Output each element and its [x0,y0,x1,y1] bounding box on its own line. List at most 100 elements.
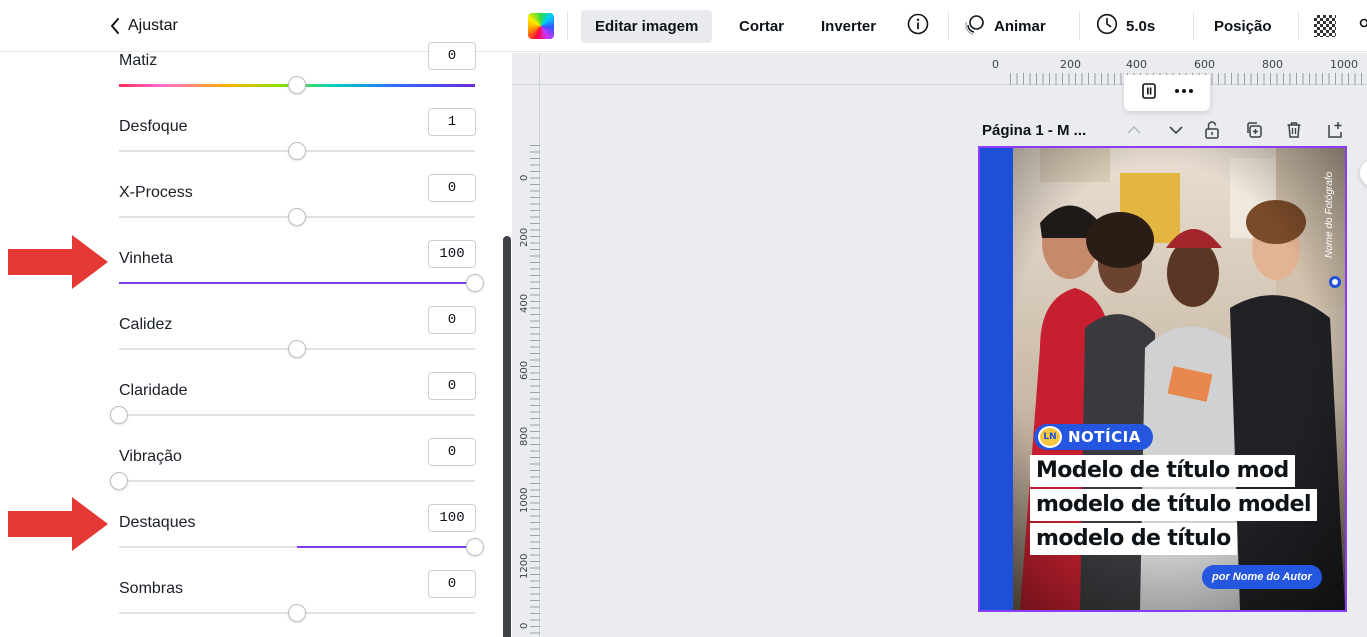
divider [1079,12,1080,40]
duration-label: 5.0s [1126,17,1156,35]
slider-thumb[interactable] [110,472,128,490]
floating-toolbar [1124,75,1210,111]
ruler-label: 1000 [519,487,530,513]
slider-thumb[interactable] [288,208,306,226]
pause-icon[interactable] [1140,82,1158,105]
slider-thumb[interactable] [288,76,306,94]
ruler-label: 800 [1262,58,1283,71]
adjust-label: Vinheta [119,250,173,267]
divider [1298,12,1299,40]
info-button[interactable] [907,0,929,52]
slider-thumb[interactable] [466,538,484,556]
camera-icon [1329,276,1341,288]
ruler-label: 800 [519,426,530,446]
adjust-value-input[interactable]: 0 [428,570,476,598]
ruler-label: 0 [992,58,999,71]
slider-track[interactable] [119,414,475,416]
adjust-label: X-Process [119,184,193,201]
news-badge[interactable]: LN NOTÍCIA [1034,424,1153,450]
slider-thumb[interactable] [288,340,306,358]
adjust-value-input[interactable]: 1 [428,108,476,136]
ruler-label: 0 [519,622,530,629]
slider-thumb[interactable] [288,142,306,160]
photo-credit[interactable]: Nome do Fotógrafo [1324,172,1335,258]
top-toolbar: Editar imagem Cortar Inverter Animar 5.0… [512,0,1367,52]
slider-track[interactable] [119,480,475,482]
ruler-label: 600 [1194,58,1215,71]
edit-image-button[interactable]: Editar imagem [581,10,713,43]
adjust-value-input[interactable]: 0 [428,306,476,334]
unlock-icon[interactable] [1202,120,1222,140]
chevron-left-icon [110,18,120,34]
adjust-label: Sombras [119,580,184,597]
headline-line-2[interactable]: modelo de título model [1030,489,1317,521]
adjust-label: Matiz [119,52,158,69]
page-side-handle[interactable] [1360,159,1367,187]
red-arrow-annotation [8,497,108,551]
page-bar: Página 1 - M ... [982,117,1367,143]
design-page[interactable]: LN NOTÍCIA Modelo de título mod modelo d… [978,146,1347,612]
flip-button[interactable]: Inverter [821,0,876,52]
animate-button[interactable]: Animar [964,0,1046,52]
page-title: Página 1 - M ... [982,121,1087,139]
adjust-value-input[interactable]: 100 [428,504,476,532]
trash-icon[interactable] [1284,120,1304,140]
top-ruler: 0 200 400 600 800 1000 [540,53,1367,85]
ruler-label: 200 [1060,58,1081,71]
position-button[interactable]: Posição [1214,0,1272,52]
adjust-value-input[interactable]: 0 [428,372,476,400]
divider [1193,12,1194,40]
color-button[interactable] [528,0,554,52]
animate-label: Animar [994,17,1046,35]
divider [567,12,568,40]
ruler-label: 400 [1126,58,1147,71]
adjust-value-input[interactable]: 0 [428,438,476,466]
more-options-icon[interactable] [1173,82,1195,105]
back-label: Ajustar [128,17,178,34]
ruler-label: 0 [519,174,530,181]
transparency-button[interactable] [1314,0,1336,52]
panel-scrollbar[interactable] [503,236,511,637]
adjust-label: Vibração [119,448,182,465]
editor-canvas[interactable]: 0 200 400 600 800 1000 0 200 400 600 800 1000 1200 0… [512,53,1367,637]
slider-thumb[interactable] [466,274,484,292]
chevron-down-icon[interactable] [1166,120,1186,140]
ruler-label: 600 [519,360,530,380]
adjust-value-input[interactable]: 100 [428,240,476,268]
slider-thumb[interactable] [288,604,306,622]
ruler-label: 200 [519,227,530,247]
clock-icon [1096,13,1118,39]
ruler-corner [512,53,540,85]
transparency-icon [1314,15,1336,37]
color-swatch-icon [528,13,554,39]
left-ruler: 0 200 400 600 800 1000 1200 0 [512,85,540,637]
back-button[interactable]: Ajustar [110,14,178,38]
author-pill[interactable]: por Nome do Autor [1202,565,1322,589]
divider [948,12,949,40]
adjust-label: Claridade [119,382,188,399]
red-arrow-annotation [8,235,108,289]
adjust-panel: Ajustar Matiz 0 Desfoque 1 X-Process 0 Vinheta… [0,0,512,637]
ruler-label: 400 [519,293,530,313]
chevron-up-icon[interactable] [1124,120,1144,140]
adjust-row: Sombras 0 [0,570,512,637]
headline-line-3[interactable]: modelo de título [1030,523,1237,555]
info-icon [907,13,929,39]
slider-fill [119,282,475,284]
crop-button[interactable]: Cortar [739,0,784,52]
headline-line-1[interactable]: Modelo de título mod [1030,455,1295,487]
blue-side-bar [980,148,1013,610]
slider-fill [297,546,475,548]
badge-logo: LN [1038,426,1062,448]
adjust-label: Calidez [119,316,173,333]
add-page-icon[interactable] [1326,120,1346,140]
adjust-value-input[interactable]: 0 [428,174,476,202]
slider-thumb[interactable] [110,406,128,424]
adjust-label: Destaques [119,514,196,531]
duration-button[interactable]: 5.0s [1096,0,1155,52]
duplicate-icon[interactable] [1244,120,1264,140]
more-tools-icon[interactable] [1351,14,1367,36]
adjust-value-input[interactable]: 0 [428,42,476,70]
animate-icon [964,13,986,39]
adjust-label: Desfoque [119,118,188,135]
